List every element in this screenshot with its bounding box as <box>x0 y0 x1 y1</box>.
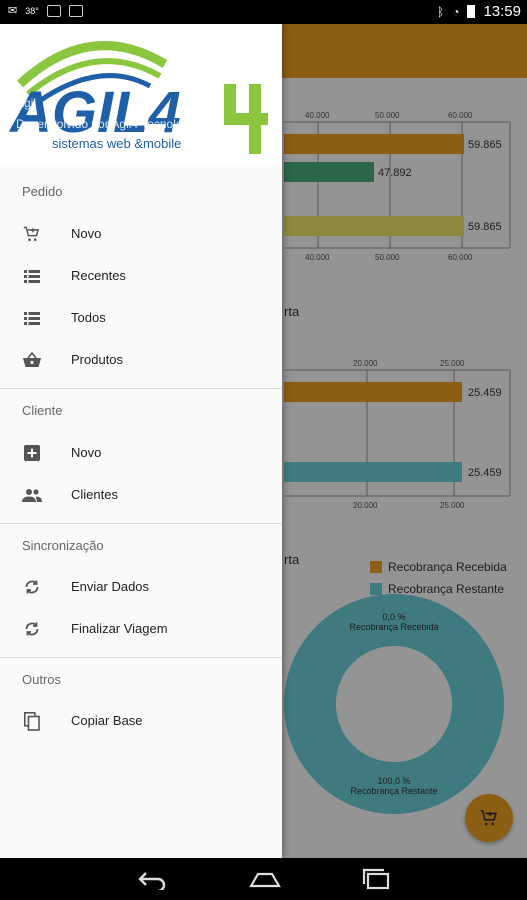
back-button[interactable] <box>136 868 168 890</box>
list-icon <box>22 268 42 284</box>
bluetooth-icon: ᛒ <box>437 4 445 19</box>
menu-item-label: Novo <box>71 226 102 241</box>
weather-text: 38° <box>25 5 39 16</box>
menu-item-label: Copiar Base <box>71 713 143 728</box>
section-title-sincronizacao: Sincronização <box>22 538 104 553</box>
system-navigation-bar <box>0 858 527 900</box>
sync-icon <box>22 621 42 637</box>
wifi-icon: ◔ <box>452 4 460 19</box>
drawer-app-name: Ágil <box>16 96 37 110</box>
drawer-developer: Desenvolvido por Agil4 Tecnologia - <box>16 117 206 131</box>
menu-item-label: Recentes <box>71 268 126 283</box>
battery-icon <box>467 5 476 18</box>
drawer-header: AGIL4 Ágil Desenvolvido por Agil4 Tecnol… <box>0 24 282 164</box>
plus-box-icon <box>22 445 42 461</box>
status-bar: ✉ 38° ᛒ ◔ 13:59 <box>0 0 527 24</box>
recents-button[interactable] <box>362 868 392 890</box>
section-title-cliente: Cliente <box>22 403 63 418</box>
people-icon <box>22 487 42 503</box>
menu-item-finalizar-viagem[interactable]: Finalizar Viagem <box>0 608 282 650</box>
navigation-drawer: AGIL4 Ágil Desenvolvido por Agil4 Tecnol… <box>0 24 282 858</box>
menu-item-label: Novo <box>71 445 102 460</box>
menu-item-label: Enviar Dados <box>71 579 150 594</box>
menu-item-copiar-base[interactable]: Copiar Base <box>0 700 282 742</box>
clock-time: 13:59 <box>483 3 521 20</box>
cart-add-icon <box>22 226 42 242</box>
image-icon <box>68 4 83 17</box>
menu-item-enviar-dados[interactable]: Enviar Dados <box>0 566 282 608</box>
notification-icon: ✉ <box>8 5 18 17</box>
list-icon <box>22 310 42 326</box>
menu-item-produtos[interactable]: Produtos <box>0 339 282 381</box>
menu-item-label: Produtos <box>71 352 124 367</box>
menu-item-recentes[interactable]: Recentes <box>0 255 282 297</box>
section-title-outros: Outros <box>22 672 62 687</box>
menu-item-clientes[interactable]: Clientes <box>0 474 282 516</box>
sync-icon <box>22 579 42 595</box>
divider <box>0 388 282 389</box>
divider <box>0 523 282 524</box>
menu-item-todos[interactable]: Todos <box>0 297 282 339</box>
basket-icon <box>22 352 42 368</box>
menu-item-novo-pedido[interactable]: Novo <box>0 213 282 255</box>
home-button[interactable] <box>248 868 282 890</box>
menu-item-label: Todos <box>71 310 106 325</box>
logo-tagline: sistemas web &mobile <box>52 136 182 151</box>
section-title-pedido: Pedido <box>22 184 63 199</box>
menu-item-novo-cliente[interactable]: Novo <box>0 432 282 474</box>
menu-item-label: Finalizar Viagem <box>71 621 168 636</box>
copy-icon <box>22 711 42 731</box>
screen: ✉ 38° ᛒ ◔ 13:59 40.000 50.000 60.000 59.… <box>0 0 527 900</box>
shield-icon <box>46 4 61 17</box>
divider <box>0 657 282 658</box>
menu-item-label: Clientes <box>71 487 118 502</box>
